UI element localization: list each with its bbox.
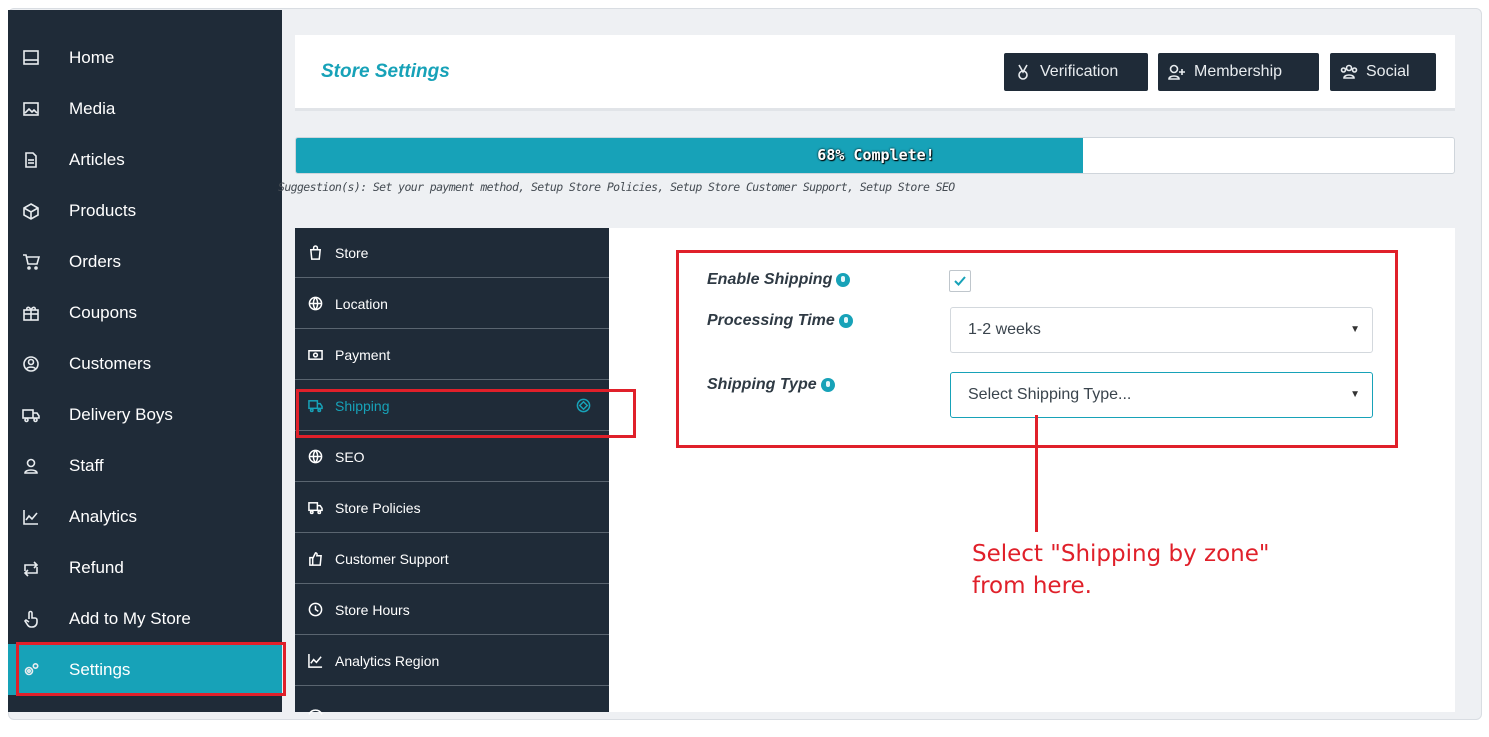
sidebar-item-articles[interactable]: Articles [8, 134, 282, 185]
user-circle-icon [22, 355, 40, 373]
tab-store-hours[interactable]: Store Hours [295, 585, 609, 635]
hand-pointer-icon [22, 610, 40, 628]
sidebar-item-label: Add to My Store [69, 608, 191, 628]
tab-store[interactable]: Store [295, 228, 609, 278]
membership-label: Membership [1194, 63, 1283, 80]
tab-customer-support[interactable]: Customer Support [295, 534, 609, 584]
sidebar-item-label: Orders [69, 251, 121, 271]
sidebar-item-label: Delivery Boys [69, 404, 173, 424]
sidebar-item-analytics[interactable]: Analytics [8, 491, 282, 542]
gift-icon [22, 304, 40, 322]
truck-icon [307, 500, 323, 516]
sidebar-item-label: Analytics [69, 506, 138, 526]
tab-label: Payment [335, 346, 391, 363]
user-plus-icon [1168, 64, 1185, 80]
sidebar-item-delivery-boys[interactable]: Delivery Boys [8, 389, 282, 440]
document-icon [22, 151, 40, 169]
tab-payment[interactable]: Payment [295, 330, 609, 380]
tab-label: Customer Support [335, 550, 449, 567]
image-icon [22, 100, 40, 118]
sidebar-item-refund[interactable]: Refund [8, 542, 282, 593]
sidebar-item-label: Coupons [69, 302, 138, 322]
sidebar-item-add-to-my-store[interactable]: Add to My Store [8, 593, 282, 644]
cart-icon [22, 253, 40, 271]
tab-label: Store Hours [335, 601, 410, 618]
callout-line-1: Select "Shipping by zone" [972, 541, 1270, 567]
tab-label: Location [335, 295, 388, 312]
main-sidebar: Home Media Articles Products Orders Coup… [8, 10, 282, 712]
sidebar-item-label: Refund [69, 557, 124, 577]
sidebar-item-label: Media [69, 98, 116, 118]
sidebar-item-coupons[interactable]: Coupons [8, 287, 282, 338]
partial-icon [307, 704, 323, 720]
tab-store-policies[interactable]: Store Policies [295, 483, 609, 533]
tab-label: Analytics Region [335, 652, 440, 669]
partial-icon [22, 712, 40, 713]
suggestion-text: Suggestion(s): Set your payment method, … [278, 180, 955, 194]
social-button[interactable]: Social [1330, 53, 1436, 91]
chart-line-icon [22, 508, 40, 526]
tab-partial [295, 687, 609, 737]
sidebar-item-media[interactable]: Media [8, 83, 282, 134]
bag-icon [307, 245, 323, 261]
verification-label: Verification [1040, 63, 1119, 80]
settings-tabs: Store Location Payment Shipping SEO Stor… [295, 228, 609, 715]
sidebar-item-products[interactable]: Products [8, 185, 282, 236]
sidebar-item-home[interactable]: Home [8, 32, 282, 83]
callout-line [1035, 415, 1038, 532]
thumbs-up-icon [307, 551, 323, 567]
sidebar-item-label: Staff [69, 455, 104, 475]
users-icon [1340, 64, 1358, 79]
exchange-icon [22, 559, 40, 577]
cube-icon [22, 202, 40, 220]
money-icon [307, 347, 323, 363]
sidebar-item-label: Home [69, 47, 115, 67]
verification-button[interactable]: Verification [1004, 53, 1148, 91]
clock-icon [307, 602, 323, 618]
sidebar-item-label: Articles [69, 149, 125, 169]
truck-icon [22, 406, 40, 424]
tab-location[interactable]: Location [295, 279, 609, 329]
globe-icon [307, 449, 323, 465]
tab-label: SEO [335, 448, 365, 465]
callout-line-2: from here. [972, 573, 1092, 599]
sidebar-item-customers[interactable]: Customers [8, 338, 282, 389]
tab-label: Store Policies [335, 499, 421, 516]
sidebar-item-label: Products [69, 200, 137, 220]
tab-analytics-region[interactable]: Analytics Region [295, 636, 609, 686]
user-icon [22, 457, 40, 475]
progress-label: 68% Complete! [817, 146, 935, 164]
sidebar-item-label: Customers [69, 353, 152, 373]
highlight-settings [16, 642, 286, 696]
profile-completion-progress: 68% Complete! [295, 137, 1455, 174]
chart-line-icon [307, 653, 323, 669]
page-title: Store Settings [321, 61, 450, 82]
medal-icon [1018, 64, 1028, 80]
sidebar-item-partial [8, 695, 282, 712]
highlight-shipping-tab [296, 389, 636, 438]
sidebar-item-staff[interactable]: Staff [8, 440, 282, 491]
globe-icon [307, 296, 323, 312]
social-label: Social [1366, 63, 1410, 80]
sidebar-item-orders[interactable]: Orders [8, 236, 282, 287]
tab-label: Store [335, 244, 369, 261]
tab-seo[interactable]: SEO [295, 432, 609, 482]
home-icon [22, 49, 40, 67]
membership-button[interactable]: Membership [1158, 53, 1319, 91]
callout-text: Select "Shipping by zone" from here. [972, 538, 1269, 602]
header-card: Store Settings Verification Membership S… [295, 35, 1455, 111]
